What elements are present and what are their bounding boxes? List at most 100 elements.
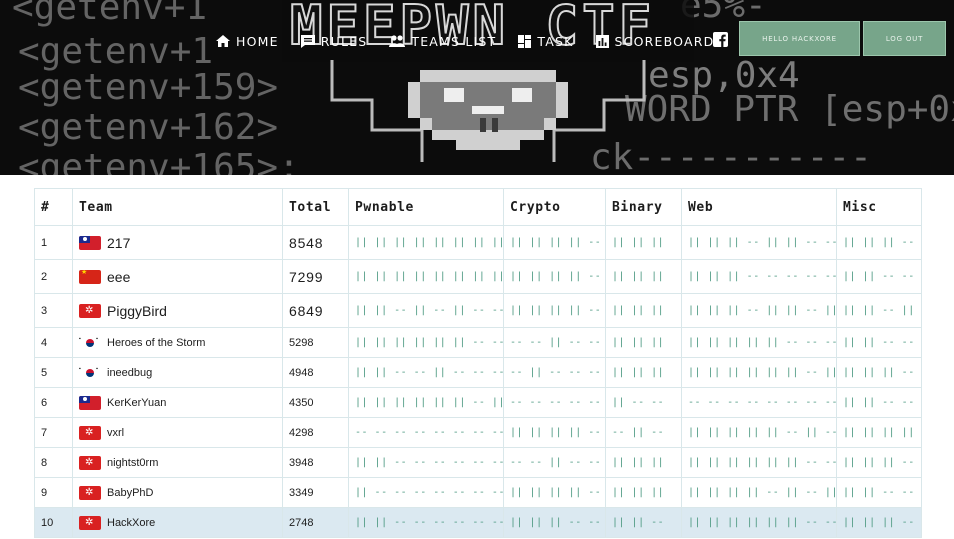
hello-user-button[interactable]: HELLO HACKXORE [739, 21, 860, 56]
country-flag-icon [79, 303, 101, 318]
total-cell: 4350 [282, 387, 349, 418]
team-name-link[interactable]: KerKerYuan [107, 397, 166, 409]
binary-progress: || || || [605, 447, 682, 478]
team-cell: eee [72, 259, 283, 294]
nav-scoreboard[interactable]: SCOREBOARD [595, 34, 715, 49]
nav-teams-list[interactable]: TEAMS LIST [389, 34, 496, 49]
table-row[interactable]: 9 BabyPhD 3349 || -- -- -- -- -- -- -- |… [34, 477, 922, 508]
country-flag-icon [79, 269, 101, 284]
nav-rules-label: RULES [320, 33, 368, 49]
table-row[interactable]: 8 nightst0rm 3948 || || -- -- -- -- -- -… [34, 447, 922, 478]
nav-home[interactable]: HOME [216, 34, 279, 49]
team-info: vxrl [79, 425, 276, 440]
pwnable-progress: || -- -- -- -- -- -- -- [348, 477, 504, 508]
total-cell: 5298 [282, 327, 349, 358]
scoreboard-table: # Team Total Pwnable Crypto Binary Web M… [34, 188, 922, 538]
crypto-progress: -- -- || -- -- [503, 447, 606, 478]
table-row[interactable]: 6 KerKerYuan 4350 || || || || || || -- |… [34, 387, 922, 418]
binary-progress: -- || -- [605, 417, 682, 448]
misc-progress: || || || -- [836, 507, 922, 538]
table-row[interactable]: 1 217 8548 || || || || || || || || || ||… [34, 225, 922, 260]
table-row[interactable]: 10 HackXore 2748 || || -- -- -- -- -- --… [34, 507, 922, 538]
pwnable-progress: || || -- -- -- -- -- -- [348, 447, 504, 478]
binary-progress: || -- -- [605, 387, 682, 418]
col-header-pwnable[interactable]: Pwnable [348, 188, 504, 226]
crypto-progress: || || || || -- [503, 293, 606, 328]
total-cell: 8548 [282, 225, 349, 260]
web-progress: || || || -- || || -- -- [681, 225, 837, 260]
rules-icon [300, 34, 315, 48]
team-name-link[interactable]: PiggyBird [107, 303, 167, 319]
misc-progress: || || || -- [836, 447, 922, 478]
total-score: 5298 [289, 336, 314, 349]
crypto-progress: || || || -- -- [503, 507, 606, 538]
misc-progress: || || -- -- [836, 387, 922, 418]
team-name-link[interactable]: Heroes of the Storm [107, 337, 205, 349]
total-cell: 3349 [282, 477, 349, 508]
col-header-web[interactable]: Web [681, 188, 837, 226]
bg-code-line: <getenv+1 [12, 0, 208, 28]
col-header-total[interactable]: Total [282, 188, 349, 226]
team-cell: ineedbug [72, 357, 283, 388]
rank-cell: 6 [34, 387, 73, 418]
main-nav: HOME RULES TEAMS LIST TASK SCOREBOARD [216, 30, 736, 52]
web-progress: || || || || || -- -- -- [681, 327, 837, 358]
pwnable-progress: || || || || || || || || [348, 259, 504, 294]
col-header-crypto[interactable]: Crypto [503, 188, 606, 226]
bg-code-line: <getenv+162> [18, 107, 279, 148]
team-info: KerKerYuan [79, 395, 276, 410]
team-cell: nightst0rm [72, 447, 283, 478]
total-score: 4298 [289, 426, 314, 439]
rank: 6 [41, 396, 48, 409]
team-cell: Heroes of the Storm [72, 327, 283, 358]
rank-cell: 1 [34, 225, 73, 260]
logout-button[interactable]: LOG OUT [863, 21, 946, 56]
rank: 2 [41, 270, 48, 283]
table-row[interactable]: 7 vxrl 4298 -- -- -- -- -- -- -- -- || |… [34, 417, 922, 448]
nav-rules[interactable]: RULES [300, 33, 368, 49]
bg-code-line: <getenv+159> [18, 67, 279, 108]
col-header-binary[interactable]: Binary [605, 188, 682, 226]
table-row[interactable]: 4 Heroes of the Storm 5298 || || || || |… [34, 327, 922, 358]
team-name-link[interactable]: eee [107, 269, 130, 285]
total-cell: 7299 [282, 259, 349, 294]
web-progress: || || || || || || -- || [681, 357, 837, 388]
binary-progress: || || || [605, 225, 682, 260]
table-row[interactable]: 5 ineedbug 4948 || || -- -- || -- -- -- … [34, 357, 922, 388]
total-score: 4350 [289, 396, 314, 409]
team-name-link[interactable]: vxrl [107, 427, 124, 439]
team-name-link[interactable]: nightst0rm [107, 457, 158, 469]
web-progress: || || || -- -- -- -- -- [681, 259, 837, 294]
rank: 4 [41, 336, 48, 349]
team-info: Heroes of the Storm [79, 335, 276, 350]
rank: 8 [41, 456, 48, 469]
table-row[interactable]: 3 PiggyBird 6849 || || -- || -- || -- --… [34, 293, 922, 328]
misc-progress: || || -- -- [836, 259, 922, 294]
team-name-link[interactable]: BabyPhD [107, 487, 153, 499]
total-score: 2748 [289, 516, 314, 529]
rank: 5 [41, 366, 48, 379]
team-cell: HackXore [72, 507, 283, 538]
team-cell: vxrl [72, 417, 283, 448]
team-info: ineedbug [79, 365, 276, 380]
binary-progress: || || -- [605, 507, 682, 538]
total-cell: 4948 [282, 357, 349, 388]
col-header-rank[interactable]: # [34, 188, 73, 226]
col-header-team[interactable]: Team [72, 188, 283, 226]
nav-task[interactable]: TASK [518, 34, 573, 49]
scoreboard-table-container: # Team Total Pwnable Crypto Binary Web M… [34, 188, 922, 538]
table-row[interactable]: 2 eee 7299 || || || || || || || || || ||… [34, 259, 922, 294]
rank-cell: 7 [34, 417, 73, 448]
pwnable-progress: || || -- -- -- -- -- -- [348, 507, 504, 538]
facebook-icon[interactable] [713, 32, 728, 47]
bg-code-line: <getenv+165>: [18, 147, 300, 175]
total-cell: 6849 [282, 293, 349, 328]
team-name-link[interactable]: ineedbug [107, 367, 152, 379]
rank: 9 [41, 486, 48, 499]
col-header-misc[interactable]: Misc [836, 188, 922, 226]
team-name-link[interactable]: HackXore [107, 517, 155, 529]
rank-cell: 10 [34, 507, 73, 538]
team-info: HackXore [79, 515, 276, 530]
team-info: eee [79, 269, 276, 285]
team-name-link[interactable]: 217 [107, 235, 130, 251]
